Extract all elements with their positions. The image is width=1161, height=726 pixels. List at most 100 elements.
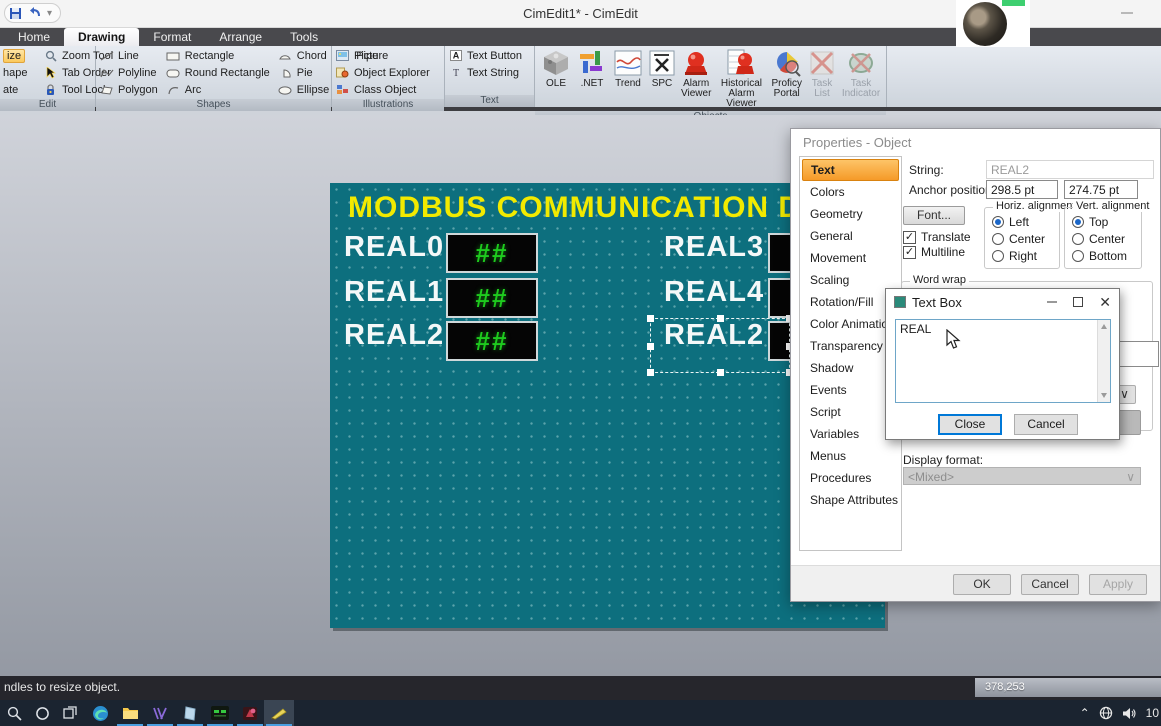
selection-handle-nw[interactable]: [647, 315, 654, 322]
text-box-title: Text Box: [912, 294, 962, 310]
cimedit-app-icon[interactable]: [269, 703, 289, 723]
selection-handle-w[interactable]: [647, 343, 654, 350]
status-bar: ndles to resize object. 378,253: [0, 676, 1161, 700]
minimize-icon[interactable]: [1121, 12, 1133, 14]
cancel-button[interactable]: Cancel: [1021, 574, 1079, 595]
object-explorer-button[interactable]: Object Explorer: [335, 64, 441, 81]
close-button[interactable]: Close: [938, 414, 1002, 435]
tab-format[interactable]: Format: [139, 28, 205, 46]
horiz-center-radio[interactable]: Center: [992, 230, 1059, 247]
props-tab-text[interactable]: Text: [802, 159, 899, 181]
ribbon-group-illustrations: Picture Object Explorer Class Object Ill…: [332, 46, 445, 111]
class-object-button[interactable]: Class Object: [335, 81, 441, 98]
polyline-button[interactable]: Polyline: [99, 64, 158, 81]
picture-button[interactable]: Picture: [335, 47, 441, 64]
tab-tools[interactable]: Tools: [276, 28, 332, 46]
text-box-title-bar[interactable]: Text Box ✕: [886, 289, 1119, 315]
canvas-text-real3[interactable]: REAL3: [664, 231, 764, 264]
line-button[interactable]: Line: [99, 47, 158, 64]
textbox-close-icon[interactable]: ✕: [1099, 295, 1111, 309]
properties-dialog-title: Properties - Object: [803, 135, 912, 150]
chord-button[interactable]: Chord: [278, 47, 329, 64]
search-icon[interactable]: [4, 703, 24, 723]
canvas-text-real2[interactable]: REAL2: [344, 319, 444, 352]
anchor-x-input[interactable]: 298.5 pt: [986, 180, 1058, 199]
tab-drawing[interactable]: Drawing: [64, 28, 140, 46]
file-explorer-icon[interactable]: [120, 703, 140, 723]
arc-button[interactable]: Arc: [166, 81, 270, 98]
selection-handle-n[interactable]: [717, 315, 724, 322]
vert-bottom-radio[interactable]: Bottom: [1072, 247, 1141, 264]
props-tab-procedures[interactable]: Procedures: [802, 467, 899, 489]
canvas-text-real4[interactable]: REAL4: [664, 276, 764, 309]
document-app-icon[interactable]: [180, 703, 200, 723]
trend-button[interactable]: Trend: [610, 47, 646, 90]
vert-top-radio[interactable]: Top: [1072, 213, 1141, 230]
translate-checkbox[interactable]: ✓ Translate: [903, 230, 971, 244]
vert-center-radio[interactable]: Center: [1072, 230, 1141, 247]
ribbon-group-shapes: Line Polyline Polygon Rectangle Round Re…: [96, 46, 378, 111]
network-globe-icon[interactable]: [1099, 706, 1113, 720]
text-button-button[interactable]: A Text Button: [448, 47, 531, 64]
selection-handle-sw[interactable]: [647, 369, 654, 376]
canvas-text-real0[interactable]: REAL0: [344, 231, 444, 264]
font-button[interactable]: Font...: [903, 206, 965, 225]
cortana-icon[interactable]: [32, 703, 52, 723]
scroll-up-icon[interactable]: [1101, 324, 1107, 329]
props-tab-general[interactable]: General: [802, 225, 899, 247]
ellipse-button[interactable]: Ellipse: [278, 81, 329, 98]
rotate-tool-button[interactable]: ate: [3, 81, 39, 98]
props-tab-movement[interactable]: Movement: [802, 247, 899, 269]
ok-button[interactable]: OK: [953, 574, 1011, 595]
cimplicity-project-icon[interactable]: [210, 703, 230, 723]
round-rectangle-button[interactable]: Round Rectangle: [166, 64, 270, 81]
textbox-minimize-icon[interactable]: [1047, 301, 1058, 303]
polygon-button[interactable]: Polygon: [99, 81, 158, 98]
canvas-text-real1[interactable]: REAL1: [344, 276, 444, 309]
value-display-real1[interactable]: ##: [446, 278, 538, 318]
text-string-button[interactable]: T Text String: [448, 64, 531, 81]
workbench-icon[interactable]: [240, 703, 260, 723]
reshape-tool-button[interactable]: hape: [3, 64, 39, 81]
clock[interactable]: 10: [1146, 706, 1159, 720]
textarea-scrollbar[interactable]: [1097, 320, 1110, 402]
pie-button[interactable]: Pie: [278, 64, 329, 81]
textbox-maximize-icon[interactable]: [1073, 297, 1084, 307]
anchor-y-input[interactable]: 274.75 pt: [1064, 180, 1138, 199]
horiz-left-radio[interactable]: Left: [992, 213, 1059, 230]
props-tab-colors[interactable]: Colors: [802, 181, 899, 203]
expression-input-fragment[interactable]: [1119, 341, 1159, 367]
rectangle-button[interactable]: Rectangle: [166, 47, 270, 64]
textbox-cancel-button[interactable]: Cancel: [1014, 414, 1078, 435]
purple-app-icon[interactable]: [150, 703, 170, 723]
proficy-portal-button[interactable]: Proficy Portal: [768, 47, 805, 100]
volume-icon[interactable]: [1122, 707, 1137, 720]
props-tab-geometry[interactable]: Geometry: [802, 203, 899, 225]
vert-alignment-group: Vert. alignment Top Center Bottom: [1064, 200, 1153, 269]
alarm-viewer-button[interactable]: Alarm Viewer: [678, 47, 714, 100]
value-display-real0[interactable]: ##: [446, 233, 538, 273]
historical-alarm-viewer-button[interactable]: Historical Alarm Viewer: [714, 47, 768, 110]
props-tab-shape-attributes[interactable]: Shape Attributes: [802, 489, 899, 511]
horiz-right-radio[interactable]: Right: [992, 247, 1059, 264]
ole-button[interactable]: OLE: [538, 47, 574, 90]
resize-tool-button[interactable]: ize: [3, 48, 26, 63]
selection-outline[interactable]: [647, 315, 793, 376]
tab-home[interactable]: Home: [4, 28, 64, 46]
task-list-icon: [810, 51, 834, 75]
tray-chevron-icon[interactable]: ⌃: [1080, 706, 1090, 720]
props-tab-menus[interactable]: Menus: [802, 445, 899, 467]
spc-button[interactable]: SPC: [646, 47, 678, 90]
text-box-textarea[interactable]: REAL: [895, 319, 1111, 403]
display-format-label: Display format:: [903, 453, 984, 467]
value-display-real2[interactable]: ##: [446, 321, 538, 361]
tab-arrange[interactable]: Arrange: [205, 28, 276, 46]
edge-icon[interactable]: [90, 703, 110, 723]
scroll-down-icon[interactable]: [1101, 393, 1107, 398]
recorder-accent-bar: [1002, 0, 1025, 6]
task-view-icon[interactable]: [60, 703, 80, 723]
canvas-heading[interactable]: MODBUS COMMUNICATION D: [348, 191, 801, 225]
dotnet-button[interactable]: .NET: [574, 47, 610, 90]
selection-handle-s[interactable]: [717, 369, 724, 376]
multiline-checkbox[interactable]: ✓ Multiline: [903, 245, 965, 259]
